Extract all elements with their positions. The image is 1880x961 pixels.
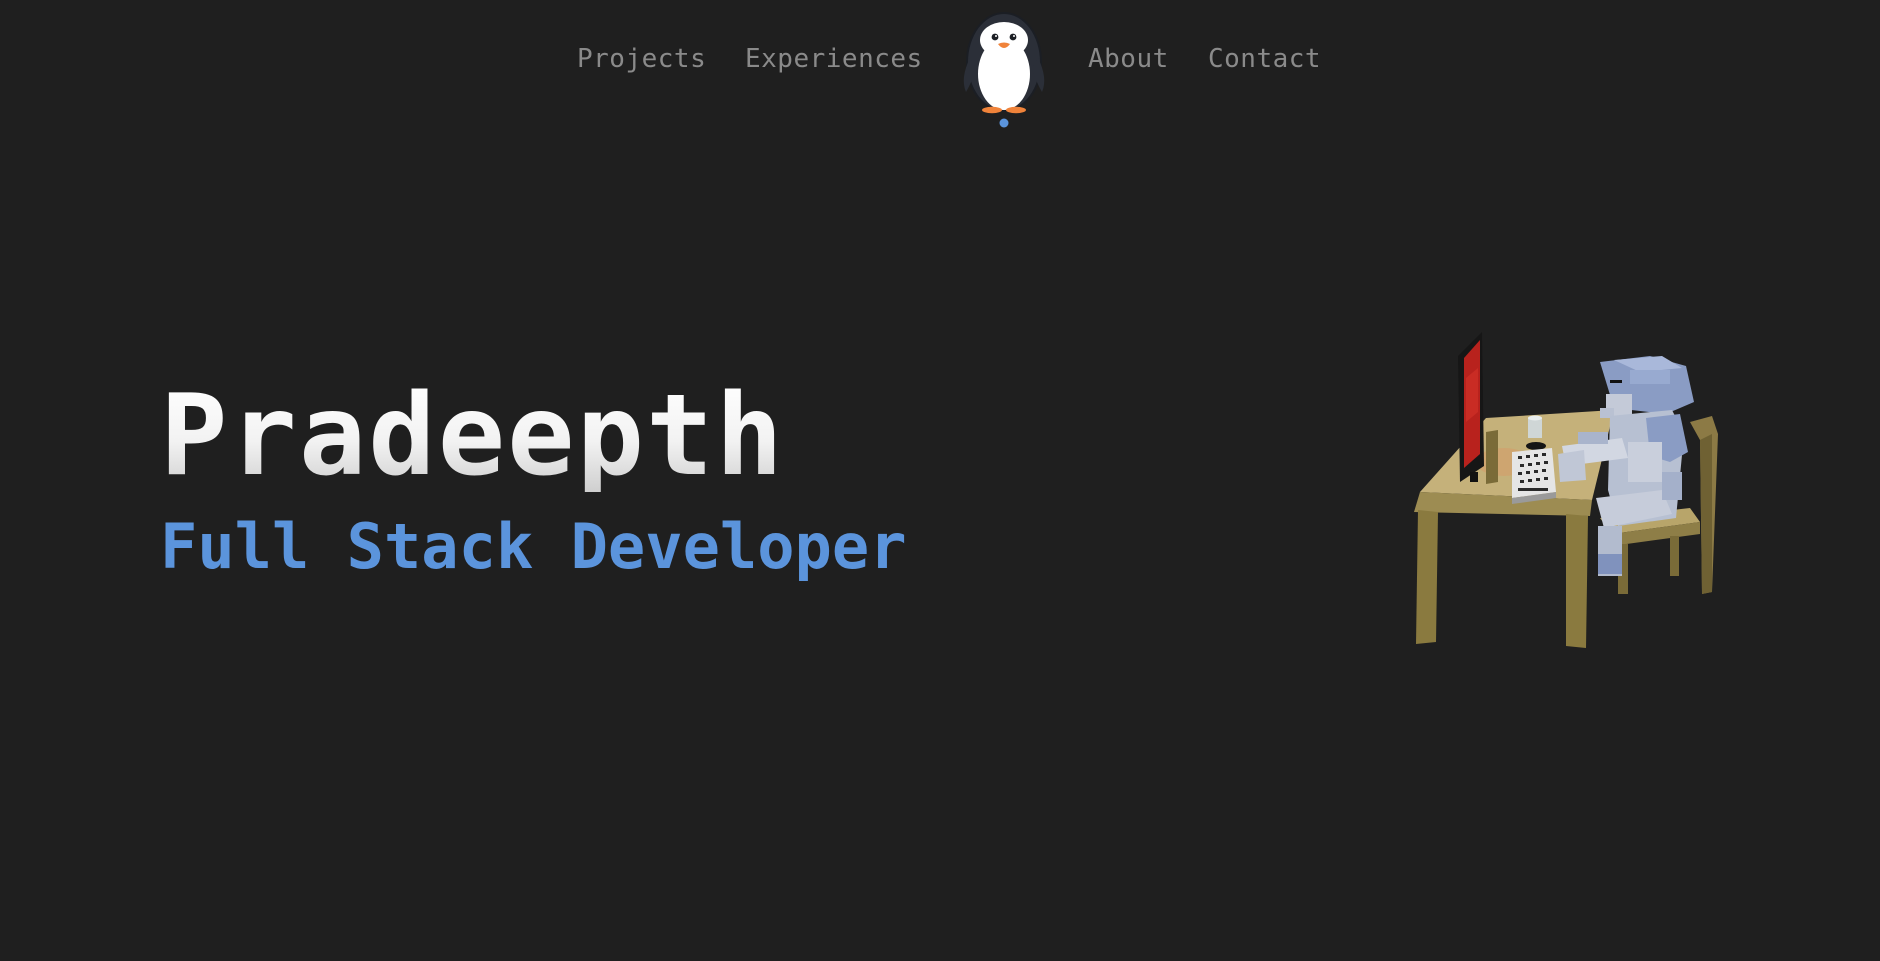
developer-desk-illustration <box>1400 322 1740 652</box>
nav-link-projects[interactable]: Projects <box>577 46 706 72</box>
hero-name: Pradeepth <box>160 371 785 501</box>
top-navigation: Projects Experiences About Contact <box>0 0 1880 130</box>
home-logo[interactable] <box>958 6 1050 128</box>
active-indicator-dot <box>999 118 1009 128</box>
nav-link-about[interactable]: About <box>1088 46 1169 72</box>
nav-link-contact[interactable]: Contact <box>1208 46 1321 72</box>
hero-role: Full Stack Developer <box>160 510 907 583</box>
penguin-icon <box>963 12 1045 114</box>
nav-link-experiences[interactable]: Experiences <box>745 46 923 72</box>
